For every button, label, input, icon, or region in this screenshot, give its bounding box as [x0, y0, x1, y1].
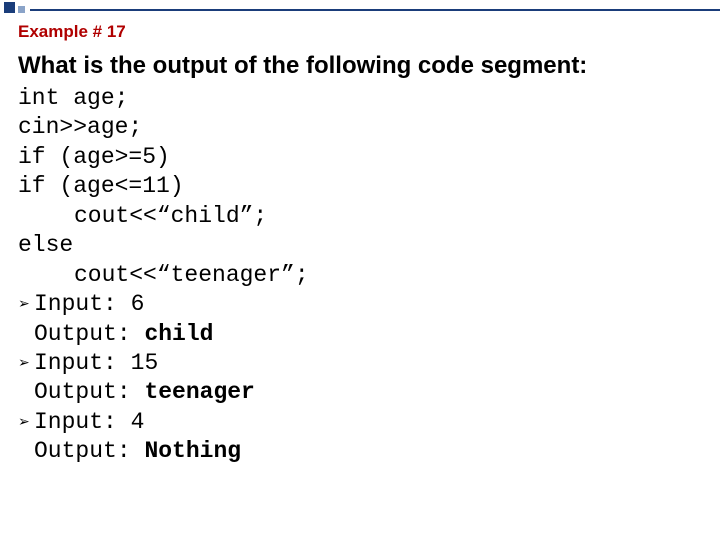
decoration-square-large	[4, 2, 15, 13]
slide-top-decoration	[0, 0, 720, 16]
code-line: cout<<“teenager”;	[18, 261, 708, 290]
output-label: Output:	[34, 438, 131, 464]
output-label: Output:	[34, 379, 131, 405]
bullet-arrow-icon: ➢	[18, 295, 34, 313]
decoration-line	[30, 9, 720, 11]
code-line: if (age<=11)	[18, 172, 708, 201]
code-line: cin>>age;	[18, 113, 708, 142]
io-output-row: Output: teenager	[18, 378, 708, 407]
input-value: 15	[131, 350, 159, 376]
question-text: What is the output of the following code…	[18, 52, 708, 80]
example-number: Example # 17	[18, 22, 708, 42]
bullet-arrow-icon: ➢	[18, 354, 34, 372]
decoration-square-small	[18, 6, 25, 13]
code-line: cout<<“child”;	[18, 202, 708, 231]
output-value: teenager	[144, 379, 254, 405]
bullet-arrow-icon: ➢	[18, 413, 34, 431]
io-input-row: ➢ Input: 15	[18, 349, 708, 378]
io-output-row: Output: child	[18, 320, 708, 349]
io-output-row: Output: Nothing	[18, 437, 708, 466]
slide-content: Example # 17 What is the output of the f…	[18, 22, 708, 467]
code-block: int age; cin>>age; if (age>=5) if (age<=…	[18, 84, 708, 467]
input-label: Input:	[34, 409, 117, 435]
code-line: if (age>=5)	[18, 143, 708, 172]
output-label: Output:	[34, 321, 131, 347]
output-value: Nothing	[144, 438, 241, 464]
output-value: child	[144, 321, 213, 347]
input-value: 4	[131, 409, 145, 435]
input-label: Input:	[34, 350, 117, 376]
code-line: else	[18, 231, 708, 260]
code-line: int age;	[18, 84, 708, 113]
input-value: 6	[131, 291, 145, 317]
input-label: Input:	[34, 291, 117, 317]
io-input-row: ➢ Input: 4	[18, 408, 708, 437]
io-input-row: ➢ Input: 6	[18, 290, 708, 319]
